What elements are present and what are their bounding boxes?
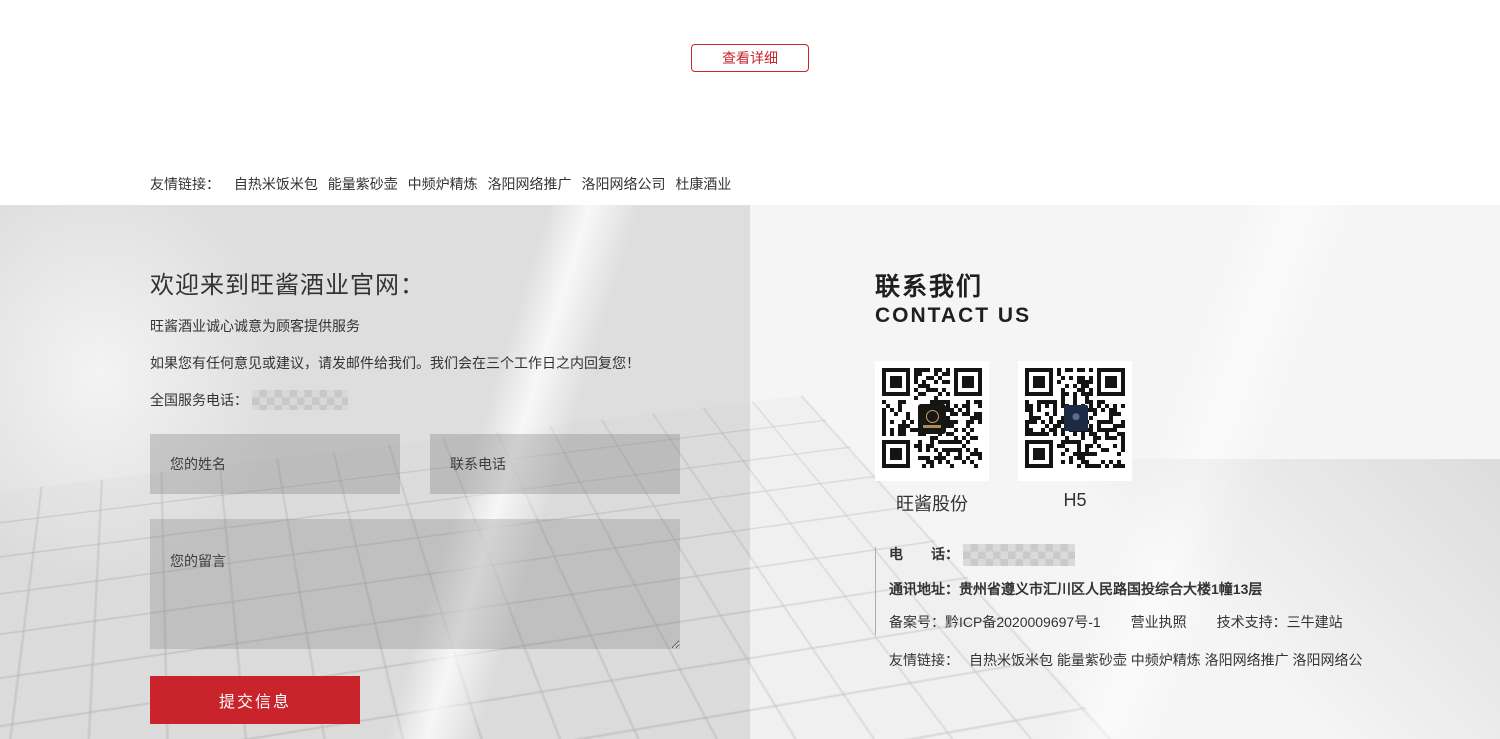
qr-center-logo-wang	[918, 404, 946, 434]
friend-link[interactable]: 洛阳网络推广	[488, 176, 572, 192]
qr-wechat-company: 旺酱股份	[875, 361, 989, 516]
friend-link[interactable]: 洛阳网络公司	[581, 176, 665, 192]
friend-link[interactable]: 中频炉精炼	[408, 176, 478, 192]
contact-friend-links-row: 友情链接： 自热米饭米包 能量紫砂壶 中频炉精炼 洛阳网络推广 洛阳网络公司 杜康…	[889, 650, 1362, 670]
footer-contact-section: 欢迎来到旺酱酒业官网： 旺酱酒业诚心诚意为顾客提供服务 如果您有任何意见或建议，…	[0, 205, 1500, 739]
icp-label: 备案号：	[889, 614, 945, 630]
view-details-button[interactable]: 查看详细	[691, 44, 809, 72]
welcome-title: 欢迎来到旺酱酒业官网：	[150, 265, 680, 300]
service-phone-line: 全国服务电话：	[150, 390, 680, 410]
friend-link[interactable]: 能量紫砂壶	[328, 176, 398, 192]
message-textarea[interactable]	[150, 519, 680, 649]
contact-title-cn: 联系我们	[875, 267, 1375, 303]
friend-link[interactable]: 杜康酒业	[675, 176, 731, 192]
top-section: 查看详细 友情链接： 自热米饭米包 能量紫砂壶 中频炉精炼 洛阳网络推广 洛阳网…	[0, 0, 1500, 205]
friend-links-label: 友情链接：	[150, 176, 220, 192]
service-phone-redacted	[252, 390, 348, 410]
contact-title-en: CONTACT US	[875, 304, 1375, 328]
tech-support-label: 技术支持：	[1217, 614, 1287, 630]
contact-address-row: 通讯地址：贵州省遵义市汇川区人民路国投综合大楼1幢13层	[889, 579, 1375, 599]
contact-left-rule	[875, 547, 876, 635]
qr-label-company: 旺酱股份	[875, 490, 989, 516]
icp-link[interactable]: 黔ICP备2020009697号-1	[945, 614, 1101, 630]
qr-h5: H5	[1018, 361, 1132, 516]
contact-phone-redacted	[963, 544, 1075, 566]
qr-image-h5	[1018, 361, 1132, 481]
service-phone-label: 全国服务电话：	[150, 390, 248, 410]
contact-form: 提交信息	[150, 434, 680, 724]
tech-support-link[interactable]: 三牛建站	[1287, 614, 1343, 630]
business-license-link[interactable]: 营业执照	[1131, 614, 1187, 630]
qr-label-h5: H5	[1018, 490, 1132, 511]
friend-links-row: 友情链接： 自热米饭米包 能量紫砂壶 中频炉精炼 洛阳网络推广 洛阳网络公司 杜…	[150, 174, 737, 194]
welcome-form-area: 欢迎来到旺酱酒业官网： 旺酱酒业诚心诚意为顾客提供服务 如果您有任何意见或建议，…	[150, 265, 680, 724]
qr-center-logo-h5	[1064, 405, 1088, 431]
contact-address-value: 贵州省遵义市汇川区人民路国投综合大楼1幢13层	[959, 581, 1262, 597]
contact-us-area: 联系我们 CONTACT US 旺酱股份 H5	[875, 267, 1375, 683]
name-input[interactable]	[150, 434, 400, 494]
submit-button[interactable]: 提交信息	[150, 676, 360, 724]
welcome-line-1: 旺酱酒业诚心诚意为顾客提供服务	[150, 316, 680, 336]
friend-links-label: 友情链接：	[889, 652, 959, 668]
contact-phone-label: 电 话：	[889, 546, 959, 562]
qr-code-row: 旺酱股份 H5	[875, 361, 1375, 516]
contact-address-label: 通讯地址：	[889, 581, 959, 597]
friend-links-text[interactable]: 自热米饭米包 能量紫砂壶 中频炉精炼 洛阳网络推广 洛阳网络公司 杜康酒业	[969, 652, 1362, 668]
friend-link[interactable]: 自热米饭米包	[234, 176, 318, 192]
qr-image-company	[875, 361, 989, 481]
contact-info-block: 电 话： 通讯地址：贵州省遵义市汇川区人民路国投综合大楼1幢13层 备案号：黔I…	[875, 544, 1375, 670]
welcome-line-2: 如果您有任何意见或建议，请发邮件给我们。我们会在三个工作日之内回复您！	[150, 353, 680, 373]
phone-input[interactable]	[430, 434, 680, 494]
icp-row: 备案号：黔ICP备2020009697号-1 营业执照 技术支持：三牛建站	[889, 612, 1375, 632]
form-row	[150, 434, 680, 494]
contact-phone-row: 电 话：	[889, 544, 1375, 566]
